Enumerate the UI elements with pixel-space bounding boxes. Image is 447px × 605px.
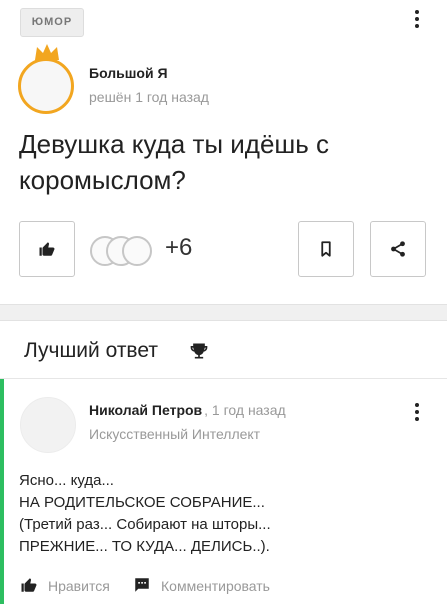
bookmark-button[interactable] xyxy=(298,221,354,277)
share-icon xyxy=(391,241,405,257)
answer-line: ПРЕЖНИЕ... ТО КУДА... ДЕЛИСЬ..). xyxy=(19,538,270,555)
answer-line: (Третий раз... Собирают на шторы... xyxy=(19,516,271,533)
answer-comment-label: Комментировать xyxy=(161,578,270,594)
answer-author: Николай Петров, 1 год назад xyxy=(89,402,286,418)
comment-icon xyxy=(135,578,149,592)
question-author-name[interactable]: Большой Я xyxy=(89,65,168,81)
author-avatar[interactable] xyxy=(18,58,74,114)
answer-line: НА РОДИТЕЛЬСКОЕ СОБРАНИЕ... xyxy=(19,494,265,511)
share-button[interactable] xyxy=(370,221,426,277)
thumbs-up-icon xyxy=(21,578,37,592)
more-vertical-icon[interactable] xyxy=(410,10,424,30)
like-button[interactable] xyxy=(19,221,75,277)
question-meta: решён 1 год назад xyxy=(89,89,209,105)
bookmark-icon xyxy=(321,241,331,257)
question-card: ЮМОР Большой Я решён 1 год назад Девушка… xyxy=(0,0,447,305)
best-answer-header: Лучший ответ xyxy=(24,339,158,362)
answer-time: , 1 год назад xyxy=(204,402,286,418)
more-vertical-icon[interactable] xyxy=(410,403,424,423)
question-title: Девушка куда ты идёшь с коромыслом? xyxy=(19,129,330,195)
divider xyxy=(0,378,447,379)
category-tag[interactable]: ЮМОР xyxy=(20,8,84,37)
voters-avatars[interactable] xyxy=(90,236,156,266)
best-answer-accent-bar xyxy=(0,379,4,604)
answer-line: Ясно... куда... xyxy=(19,472,114,489)
thumbs-up-icon xyxy=(39,242,55,256)
answer-text: Ясно... куда... НА РОДИТЕЛЬСКОЕ СОБРАНИЕ… xyxy=(19,470,399,558)
answer-like-label: Нравится xyxy=(48,578,110,594)
answer-author-name[interactable]: Николай Петров xyxy=(89,402,202,418)
likes-count[interactable]: +6 xyxy=(165,234,192,262)
trophy-icon xyxy=(190,343,208,359)
answer-author-avatar[interactable] xyxy=(20,397,76,453)
answer-author-role: Искусственный Интеллект xyxy=(89,426,261,442)
